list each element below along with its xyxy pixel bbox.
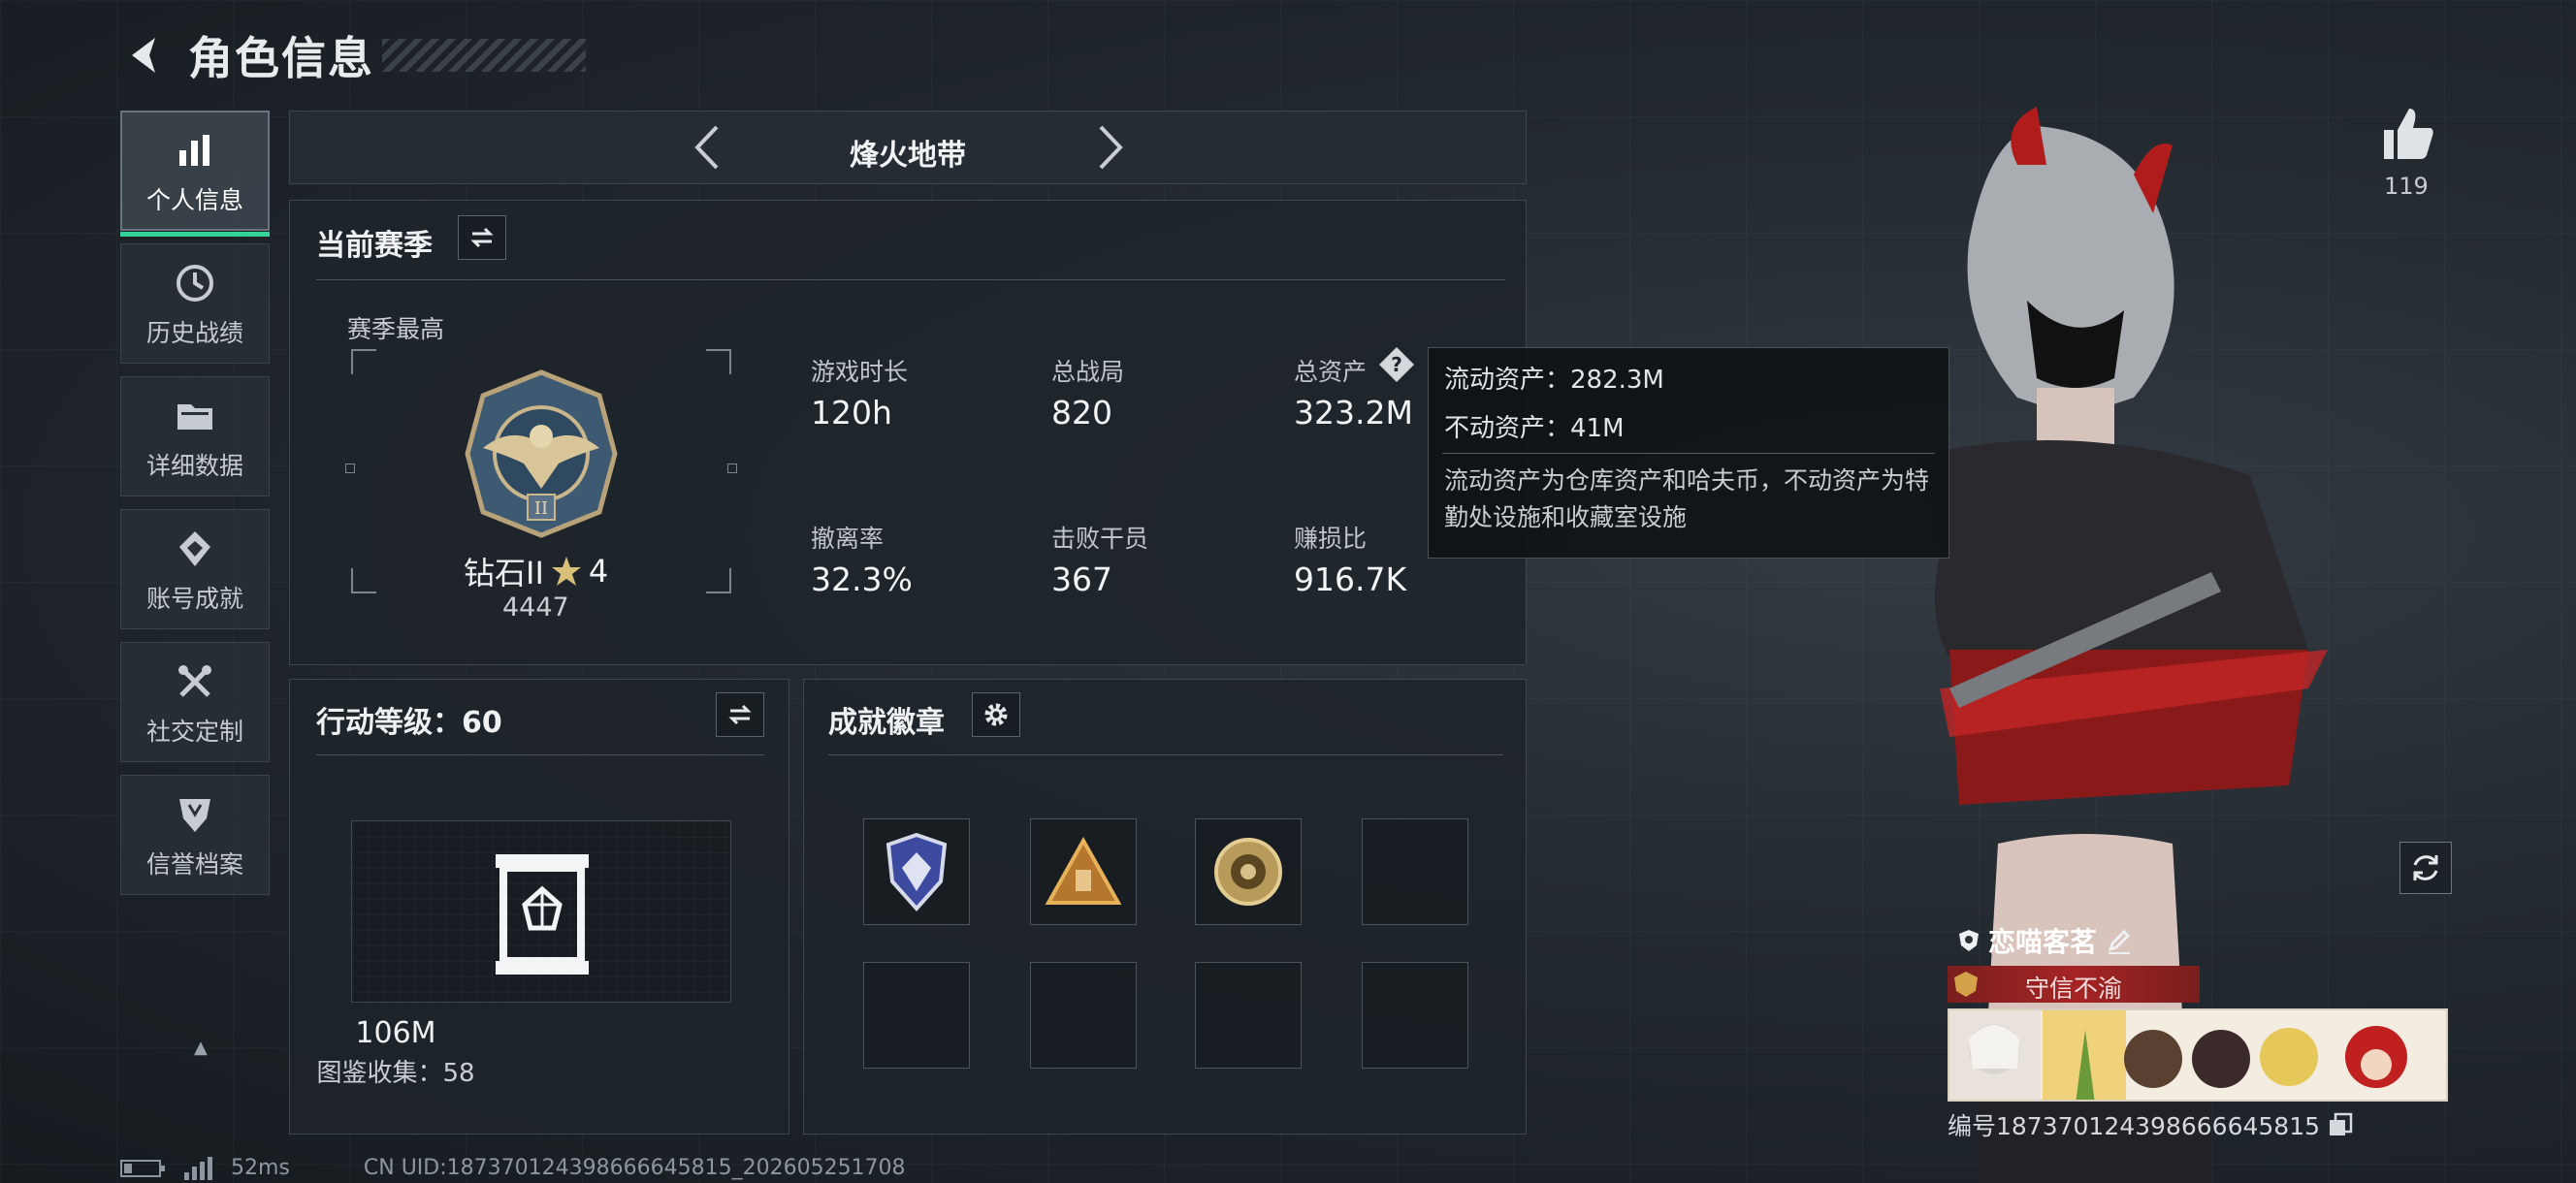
collection-display[interactable] (351, 820, 731, 1003)
badges-settings-button[interactable] (972, 692, 1020, 737)
shield-icon (174, 789, 216, 840)
stat-value-extract-rate: 32.3% (811, 560, 913, 598)
player-uid: 编号1873701243986666458​15 (1948, 1112, 2321, 1140)
badge-slot[interactable] (863, 818, 970, 925)
refresh-icon[interactable] (2399, 842, 2452, 894)
stat-label-extract-rate: 撤离率 (811, 525, 885, 553)
rank-score: 4447 (502, 592, 569, 623)
sticker-strip-image (1948, 1008, 2448, 1102)
stat-value-profit-ratio: 916.7K (1294, 560, 1407, 598)
rank-name: 钻石II 4 (464, 549, 608, 593)
footer-uid: CN UID:1873701243986666458​15_2026052517… (363, 1156, 906, 1180)
header: 角色信息 (116, 21, 586, 89)
collection-case-icon (496, 854, 589, 975)
pyramid-badge-icon (1045, 837, 1122, 905)
history-icon (174, 258, 216, 308)
sidebar-item-label: 社交定制 (145, 718, 243, 746)
gear-icon (984, 703, 1008, 726)
rank-stars: 4 (588, 553, 609, 590)
sidebar-item-social[interactable]: 社交定制 (120, 642, 270, 762)
sidebar-item-history[interactable]: 历史战绩 (120, 243, 270, 364)
star-icon (551, 557, 581, 586)
mode-selector: 烽火地带 (289, 111, 1527, 184)
badge-slot-empty[interactable] (1362, 818, 1468, 925)
sidebar-item-achievements[interactable]: 账号成就 (120, 509, 270, 629)
divider (316, 279, 1505, 280)
sidebar: 个人信息 历史战绩 详细数据 账号成就 社交定制 信誉档案 (120, 111, 272, 908)
sidebar-item-label: 账号成就 (145, 585, 243, 613)
action-level-switch-button[interactable] (716, 692, 764, 737)
status-bar: 52ms CN UID:1873701243986666458​15_20260… (120, 1156, 906, 1180)
badge-slot-empty[interactable] (1195, 962, 1302, 1069)
badge-slot-empty[interactable] (1362, 962, 1468, 1069)
svg-text:II: II (534, 498, 548, 519)
thumbs-up-icon[interactable] (2378, 105, 2436, 163)
battery-icon (120, 1159, 165, 1177)
divider (828, 754, 1503, 755)
tooltip-fixed-assets: 不动资产：41M (1444, 414, 1625, 443)
achievement-icon (174, 524, 216, 574)
divider (316, 754, 764, 755)
sidebar-item-credit[interactable]: 信誉档案 (120, 775, 270, 895)
sidebar-item-label: 历史战绩 (145, 319, 243, 347)
season-title: 当前赛季 (316, 229, 433, 263)
edit-icon[interactable] (2105, 926, 2134, 955)
rank-emblem-icon: II (465, 369, 618, 538)
tooltip-liquid-assets: 流动资产：282.3M (1444, 366, 1664, 395)
stat-value-assets: 323.2M (1294, 394, 1413, 432)
badge-slot[interactable] (1195, 818, 1302, 925)
season-best-label: 赛季最高 (347, 315, 445, 343)
mode-title: 烽火地带 (850, 139, 966, 173)
help-icon[interactable]: ? (1377, 345, 1416, 384)
player-name-row: 恋喵客茗 (1957, 921, 2134, 960)
stat-value-matches: 820 (1051, 394, 1112, 432)
sidebar-item-label: 详细数据 (145, 452, 243, 480)
stat-label-playtime: 游戏时长 (811, 358, 909, 386)
bar-chart-icon (176, 125, 214, 176)
collection-count: 图鉴收集：58 (316, 1059, 475, 1088)
folder-icon (174, 391, 216, 441)
stat-label-kills: 击败干员 (1051, 525, 1149, 553)
sidebar-item-label: 信誉档案 (145, 850, 243, 879)
stat-value-kills: 367 (1051, 560, 1112, 598)
badges-title: 成就徽章 (828, 706, 945, 740)
stat-label-assets: 总资产 (1294, 358, 1368, 386)
badge-slot-empty[interactable] (1030, 962, 1137, 1069)
tools-icon (174, 656, 216, 707)
signal-icon (184, 1156, 212, 1180)
badge-slot-empty[interactable] (863, 962, 970, 1069)
svg-text:?: ? (1391, 353, 1402, 376)
asset-tooltip: 流动资产：282.3M 不动资产：41M 流动资产为仓库资产和哈夫币，不动资产为… (1428, 347, 1949, 559)
coin-badge-icon (1214, 838, 1282, 906)
sidebar-item-label: 个人信息 (145, 186, 243, 214)
police-badge-icon (886, 832, 948, 912)
sidebar-item-details[interactable]: 详细数据 (120, 376, 270, 496)
season-switch-button[interactable] (458, 215, 506, 260)
stat-label-profit-ratio: 赚损比 (1294, 525, 1368, 553)
collection-value: 106M (355, 1016, 436, 1050)
like-count: 119 (2384, 173, 2429, 200)
sidebar-item-personal-info[interactable]: 个人信息 (120, 111, 270, 237)
copy-icon[interactable] (2328, 1112, 2353, 1137)
back-arrow-icon[interactable] (116, 26, 175, 84)
player-title: 守信不渝 (2024, 975, 2122, 1003)
badge-slot[interactable] (1030, 818, 1137, 925)
title-decoration (382, 39, 586, 72)
rank-name-text: 钻石II (464, 555, 544, 592)
player-uid-row: 编号1873701243986666458​15 (1948, 1107, 2353, 1142)
shield-badge-icon (1959, 930, 1979, 951)
ping-value: 52ms (231, 1156, 290, 1180)
tooltip-description: 流动资产为仓库资产和哈夫币，不动资产为特勤处设施和收藏室设施 (1444, 466, 1930, 531)
action-level-title: 行动等级：60 (316, 706, 502, 740)
player-name: 恋喵客茗 (1988, 926, 2098, 958)
page-title: 角色信息 (188, 32, 374, 84)
stat-value-playtime: 120h (811, 394, 892, 432)
mode-next-icon[interactable] (1087, 123, 1136, 172)
stat-label-matches: 总战局 (1051, 358, 1125, 386)
tooltip-divider (1442, 453, 1935, 454)
